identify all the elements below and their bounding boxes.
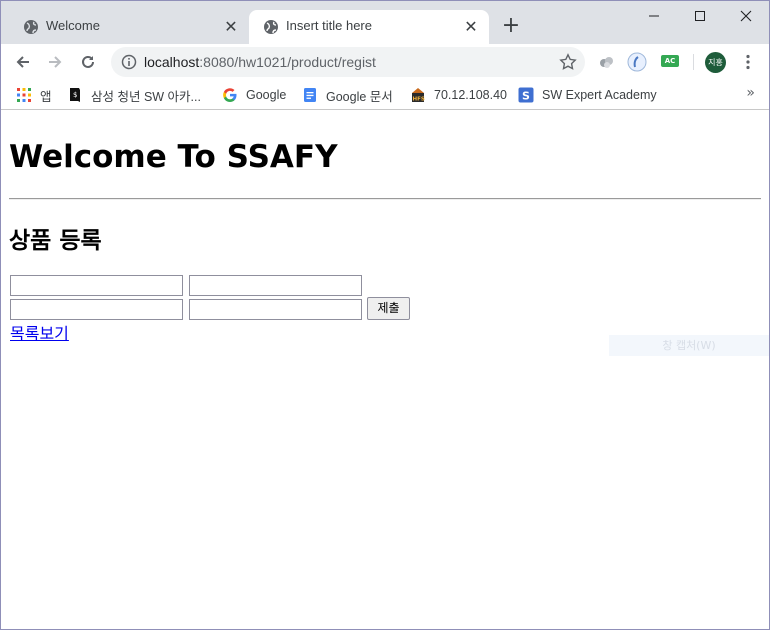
swea-icon: S [518,87,534,103]
submit-button[interactable]: 제출 [367,297,410,320]
bookmark-label: 앱 [40,89,52,104]
maximize-button[interactable] [677,1,723,31]
close-icon [740,10,752,22]
extension-circle-icon[interactable] [627,52,647,72]
url-path: :8080/hw1021/product/regist [199,54,376,70]
bookmarks-overflow-button[interactable]: » [746,85,755,101]
close-tab-icon[interactable]: ✕ [221,17,241,37]
info-icon[interactable] [121,54,137,70]
google-icon [223,88,237,103]
arrow-right-icon [49,56,62,68]
address-bar[interactable]: localhost:8080/hw1021/product/regist [111,47,585,77]
svg-text:$: $ [73,91,77,99]
browser-toolbar: localhost:8080/hw1021/product/regist AC … [1,44,769,80]
tab-title: Insert title here [286,18,372,33]
close-tab-icon[interactable]: ✕ [461,17,481,37]
reload-button[interactable] [74,48,102,76]
apps-grid-icon [17,88,31,102]
page-heading: Welcome To SSAFY [9,139,338,175]
bookmark-apps[interactable]: 앱 [16,85,52,105]
bookmark-label: SW Expert Academy [542,88,657,102]
window-capture-hint: 창 캡처(W) [609,335,769,356]
minimize-icon [649,15,659,17]
bookmark-label: Google [246,88,287,102]
toolbar-divider [693,54,694,70]
browser-window: Welcome ✕ Insert title here ✕ + localhos… [0,0,770,630]
ssafy-icon: $ [70,88,80,102]
tab-welcome[interactable]: Welcome ✕ [9,10,249,44]
bookmark-google[interactable]: Google [222,85,286,105]
globe-icon [24,20,38,34]
kebab-menu-icon [746,54,750,70]
bookmark-google-docs[interactable]: Google 문서 [302,85,393,105]
horizontal-rule [9,198,761,200]
globe-icon [264,20,278,34]
bookmark-star-icon[interactable] [559,53,577,71]
bookmark-label: 70.12.108.40 [434,88,507,102]
extension-cloud-icon[interactable] [597,52,617,72]
tab-strip: Welcome ✕ Insert title here ✕ + [1,1,769,44]
svg-text:S: S [522,90,530,103]
profile-avatar[interactable]: 지홍 [705,52,726,73]
hfs-icon: HFS [412,88,425,103]
bookmark-ssafy[interactable]: $ 삼성 청년 SW 아카... [67,85,201,105]
bookmark-swea[interactable]: S SW Expert Academy [518,85,657,105]
new-tab-button[interactable]: + [499,15,523,39]
page-content: Welcome To SSAFY 상품 등록 제출 목록보기 창 캡처(W) [1,111,769,629]
menu-button[interactable] [734,48,762,76]
back-button[interactable] [9,48,37,76]
section-title: 상품 등록 [9,228,102,254]
maximize-icon [695,11,705,21]
product-field-2[interactable] [189,275,362,296]
url-text: localhost:8080/hw1021/product/regist [144,54,376,70]
product-field-1[interactable] [10,275,183,296]
forward-button[interactable] [41,48,69,76]
bookmarks-bar: 앱 $ 삼성 청년 SW 아카... Google Google 문서 HFS … [1,80,769,110]
list-view-link[interactable]: 목록보기 [10,320,69,344]
product-field-3[interactable] [10,299,183,320]
google-docs-icon [304,88,316,102]
svg-text:HFS: HFS [413,97,425,103]
bookmark-label: Google 문서 [326,89,393,104]
bookmark-label: 삼성 청년 SW 아카... [91,89,201,104]
tab-title: Welcome [46,18,100,33]
minimize-button[interactable] [631,1,677,31]
arrow-left-icon [16,56,29,68]
url-host: localhost [144,54,200,70]
extension-ac-badge[interactable]: AC [661,55,679,67]
reload-icon [82,55,94,68]
tab-insert-title[interactable]: Insert title here ✕ [249,10,489,44]
product-field-4[interactable] [189,299,362,320]
close-window-button[interactable] [723,1,769,31]
bookmark-ip[interactable]: HFS 70.12.108.40 [410,85,507,105]
